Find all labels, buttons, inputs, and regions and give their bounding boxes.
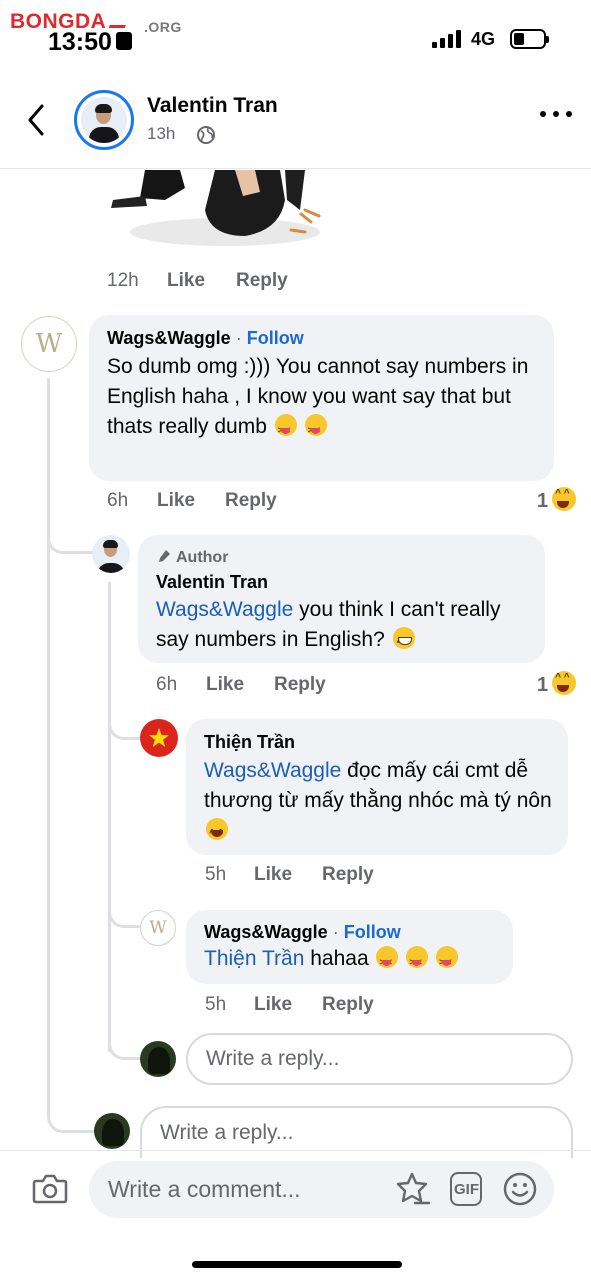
back-arrow-icon[interactable] [22,100,52,140]
like-button[interactable]: Like [167,270,205,292]
separator-dot: · [332,922,339,942]
haha-reaction-icon [552,487,577,511]
wags-waggle-avatar[interactable]: W [140,910,176,946]
separator-dot: · [235,328,242,348]
comment-time: 5h [205,994,227,1015]
header-divider [0,168,591,169]
tongue-emoji-icon [436,946,459,977]
reply-author[interactable]: Thiện Trần [204,732,295,753]
reply-bubble: Thiện Trần Wags&Waggle đọc mấy cái cmt d… [186,719,568,855]
follow-button[interactable]: Follow [344,922,401,942]
gif-label: GIF [454,1181,479,1198]
emoji-icon[interactable] [502,1171,538,1207]
reply-text: Thiện Trần hahaa [204,944,459,977]
grin-emoji-icon [392,627,415,658]
tongue-emoji-icon [304,414,327,445]
reply-input-placeholder: Write a reply... [206,1047,340,1070]
comment-author-line: Wags&Waggle · Follow [107,328,304,349]
mention-link[interactable]: Wags&Waggle [204,759,341,782]
tongue-emoji-icon [376,946,399,977]
comment-time: 6h [107,490,129,511]
author-badge: Author [156,548,228,567]
comment-image[interactable] [105,170,335,250]
comment-time: 5h [205,864,227,885]
reply-body: hahaa [304,947,369,970]
post-time: 13h [147,124,176,143]
thread-line-nested [108,582,111,1052]
haha-reaction-icon [552,671,577,695]
tongue-emoji-icon [406,946,429,977]
tongue-emoji-icon [274,414,297,445]
battery-icon [510,29,549,49]
reply-button[interactable]: Reply [322,864,374,886]
author-badge-label: Author [176,549,229,566]
gif-icon[interactable]: GIF [450,1172,482,1206]
reaction-summary[interactable]: 1 [537,671,577,697]
wags-waggle-avatar[interactable]: W [21,316,77,372]
thread-connector [47,1105,95,1133]
watermark-suffix: .ORG [144,19,182,35]
profile-name[interactable]: Valentin Tran [147,94,278,118]
thread-connector [108,710,140,740]
status-time-text: 13:50 [48,28,112,56]
reaction-count: 1 [537,674,549,696]
sticker-icon[interactable] [393,1171,431,1207]
reply-text: Wags&Waggle đọc mấy cái cmt dễ thương từ… [204,756,556,849]
profile-avatar[interactable] [74,90,134,150]
comment-author[interactable]: Wags&Waggle [107,328,231,348]
thread-connector [47,528,97,554]
reply-author-line: Wags&Waggle · Follow [204,922,401,943]
like-button[interactable]: Like [157,490,195,512]
mention-link[interactable]: Wags&Waggle [156,598,293,621]
thread-connector [108,898,140,928]
more-icon[interactable] [540,108,572,118]
valentin-avatar[interactable] [92,535,130,573]
current-user-avatar [94,1113,130,1149]
reaction-count: 1 [537,490,549,512]
nested-reply-input[interactable]: Write a reply... [186,1033,573,1085]
thread-connector [108,1030,140,1060]
mention-link[interactable]: Thiện Trần [204,947,304,970]
reply-button[interactable]: Reply [322,994,374,1016]
laughing-emoji-icon [206,818,228,849]
reply-button[interactable]: Reply [274,674,326,696]
reply-button[interactable]: Reply [236,270,288,292]
comment-time: 12h [107,270,139,291]
home-indicator[interactable] [192,1261,402,1268]
thread-line-main [47,378,50,1108]
globe-icon [197,126,215,144]
camera-icon[interactable] [32,1173,68,1205]
like-button[interactable]: Like [206,674,244,696]
signal-icon [432,30,464,48]
reply-input-placeholder: Write a reply... [160,1121,294,1144]
comment-text: So dumb omg :))) You cannot say numbers … [107,352,539,445]
network-label: 4G [471,29,496,49]
like-button[interactable]: Like [254,864,292,886]
like-button[interactable]: Like [254,994,292,1016]
id-badge-icon [115,32,132,51]
composer-divider [0,1150,591,1151]
reply-button[interactable]: Reply [225,490,277,512]
comment-time: 6h [156,674,178,695]
reply-text: Wags&Waggle you think I can't really say… [156,595,536,658]
composer-placeholder[interactable]: Write a comment... [108,1176,301,1203]
reaction-summary[interactable]: 1 [537,487,577,513]
current-user-avatar [140,1041,176,1077]
reply-bubble: Author Valentin Tran Wags&Waggle you thi… [138,535,545,663]
comment-bubble: Wags&Waggle · Follow So dumb omg :))) Yo… [89,315,554,481]
vietnam-flag-avatar[interactable] [140,719,178,757]
status-time: 13:50 [48,28,132,57]
reply-author[interactable]: Wags&Waggle [204,922,328,942]
follow-button[interactable]: Follow [247,328,304,348]
watermark-z-mark [109,10,132,28]
microphone-icon [159,550,170,562]
reply-author[interactable]: Valentin Tran [156,572,268,593]
reply-bubble: Wags&Waggle · Follow Thiện Trần hahaa [186,910,513,984]
